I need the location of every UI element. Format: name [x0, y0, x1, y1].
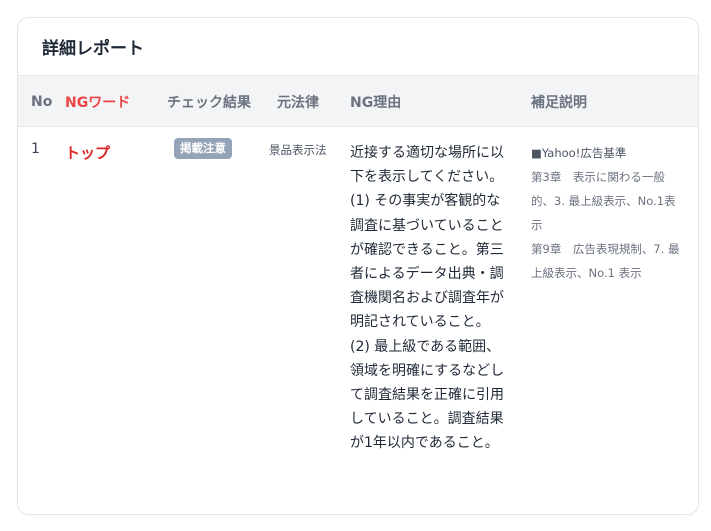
table-header: No NGワード チェック結果 元法律 NG理由 補足説明	[18, 76, 698, 127]
column-header-check-result: チェック結果	[167, 94, 251, 111]
column-header-law: 元法律	[277, 94, 319, 111]
row-reason: 近接する適切な場所に以下を表示してください。 (1) その事実が客観的な調査に基…	[350, 145, 505, 452]
column-header-ng-word: NGワード	[65, 94, 131, 111]
row-ng-word: トップ	[65, 144, 111, 162]
row-no: 1	[31, 141, 40, 157]
table-row: 1 トップ 掲載注意 景品表示法 近接する適切な場所に以下を表示してください。 …	[18, 127, 698, 514]
column-header-no: No	[31, 93, 53, 110]
column-header-supplement: 補足説明	[531, 94, 587, 111]
row-supplement: ■Yahoo!広告基準 第3章 表示に関わる一般的、3. 最上級表示、No.1表…	[531, 141, 681, 285]
supplement-line: 第3章 表示に関わる一般的、3. 最上級表示、No.1表示	[531, 170, 676, 232]
card-header: 詳細レポート	[18, 18, 698, 76]
supplement-line: 第9章 広告表現規制、7. 最上級表示、No.1 表示	[531, 242, 680, 280]
column-header-reason: NG理由	[350, 94, 402, 111]
detail-report-card: 詳細レポート No NGワード チェック結果 元法律 NG理由 補足説明 1 ト…	[17, 17, 699, 515]
check-result-badge: 掲載注意	[174, 138, 232, 159]
supplement-line: ■Yahoo!広告基準	[531, 146, 627, 160]
card-title: 詳細レポート	[42, 39, 144, 59]
row-law: 景品表示法	[269, 143, 327, 157]
